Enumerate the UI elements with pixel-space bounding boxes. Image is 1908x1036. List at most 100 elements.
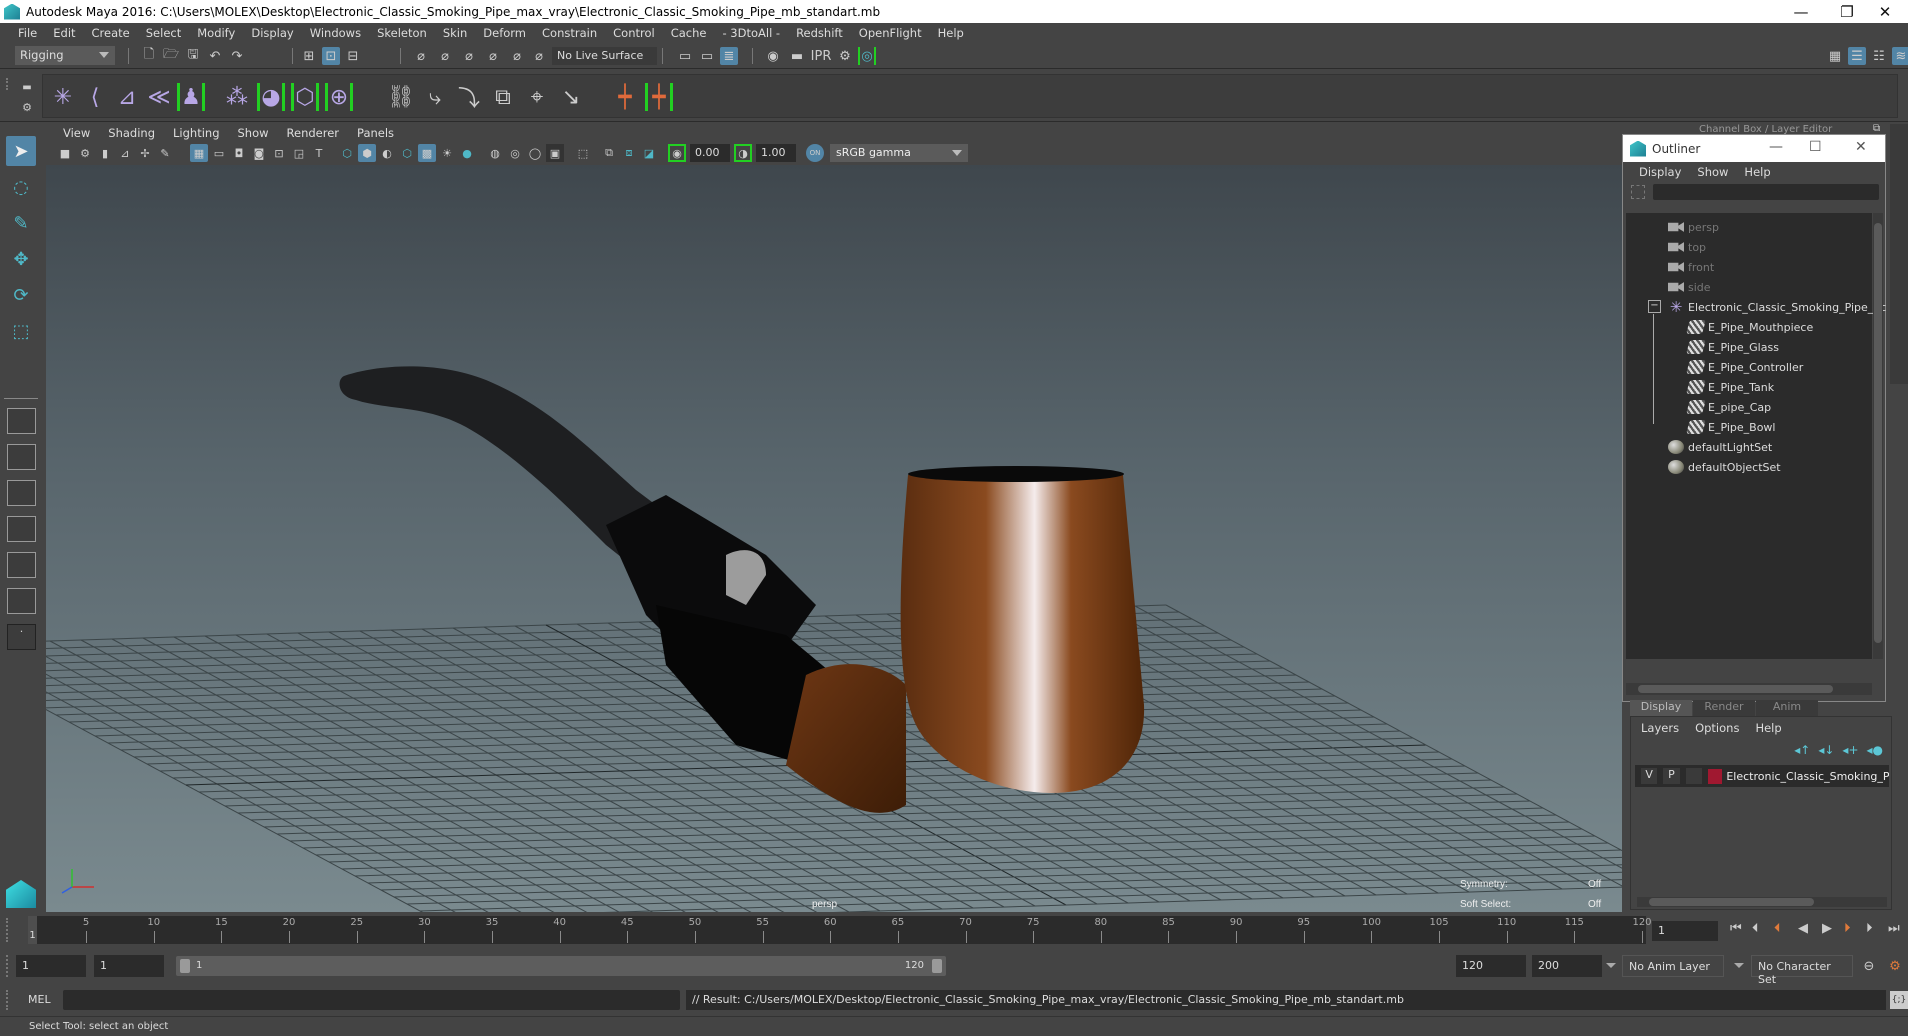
- pole-vector-icon[interactable]: ↘: [557, 83, 585, 111]
- tab-anim[interactable]: Anim: [1756, 700, 1818, 716]
- menu-display[interactable]: Display: [243, 26, 301, 40]
- rotate-tool-icon[interactable]: ⟳: [6, 280, 36, 310]
- scroll-thumb[interactable]: [1874, 223, 1882, 643]
- menu-skeleton[interactable]: Skeleton: [369, 26, 435, 40]
- animation-preferences-icon[interactable]: ⚙: [1886, 957, 1904, 975]
- field-chart-icon[interactable]: ⊡: [270, 144, 288, 162]
- range-end-handle[interactable]: [932, 959, 942, 973]
- xray-icon[interactable]: ⧉: [600, 144, 618, 162]
- menu-cache[interactable]: Cache: [663, 26, 715, 40]
- scroll-thumb[interactable]: [1638, 685, 1833, 693]
- redo-icon[interactable]: ↷: [228, 47, 246, 65]
- save-scene-icon[interactable]: 🖫: [184, 47, 202, 65]
- layer-display-type-toggle[interactable]: [1685, 768, 1702, 784]
- input-ops-icon[interactable]: ▭: [676, 47, 694, 65]
- safe-action-icon[interactable]: ◲: [290, 144, 308, 162]
- panel-menu-show[interactable]: Show: [229, 126, 278, 140]
- wireframe-icon[interactable]: ⬡: [338, 144, 356, 162]
- outliner-item[interactable]: defaultObjectSet: [1668, 457, 1781, 477]
- exposure-field[interactable]: 0.00: [690, 144, 730, 162]
- xray-active-components-icon[interactable]: ⧈: [620, 144, 638, 162]
- parent-constraint-icon[interactable]: ⛓: [387, 83, 415, 111]
- outliner-item[interactable]: persp: [1668, 217, 1719, 237]
- motion-blur-icon[interactable]: ◎: [506, 144, 524, 162]
- layer-name[interactable]: Electronic_Classic_Smoking_Pipe: [1726, 770, 1889, 783]
- step-forward-frame-icon[interactable]: ⏵: [1866, 921, 1873, 936]
- aim-constraint-icon[interactable]: ⌖: [523, 83, 551, 111]
- menu-windows[interactable]: Windows: [302, 26, 369, 40]
- layer-visibility-toggle[interactable]: V: [1641, 768, 1658, 784]
- shadows-icon[interactable]: ●: [458, 144, 476, 162]
- script-editor-icon[interactable]: {;}: [1890, 991, 1908, 1009]
- layer-color-swatch[interactable]: [1707, 768, 1723, 784]
- output-ops-icon[interactable]: ▭: [698, 47, 716, 65]
- menu-modify[interactable]: Modify: [189, 26, 243, 40]
- four-view-layout[interactable]: [7, 444, 36, 470]
- move-layer-up-icon[interactable]: ◂↑: [1794, 743, 1810, 757]
- outliner-menu-show[interactable]: Show: [1689, 165, 1736, 179]
- panel-menu-renderer[interactable]: Renderer: [278, 126, 349, 140]
- persp-hypershade-layout[interactable]: [7, 552, 36, 578]
- snap-to-point-icon[interactable]: ⌀: [460, 47, 478, 65]
- menu-control[interactable]: Control: [605, 26, 663, 40]
- paint-select-icon[interactable]: ✎: [6, 208, 36, 238]
- outliner-menu-display[interactable]: Display: [1631, 165, 1689, 179]
- go-to-end-icon[interactable]: ⏭: [1888, 921, 1900, 936]
- menu-set-dropdown[interactable]: Rigging: [15, 46, 115, 65]
- single-perspective-layout[interactable]: [7, 408, 36, 434]
- tool-settings-toggle-icon[interactable]: ☷: [1870, 47, 1888, 65]
- humanik-icon[interactable]: ♟: [177, 83, 205, 111]
- 3d-viewport[interactable]: Symmetry: Off Soft Select: Off persp: [46, 165, 1622, 912]
- ik-handle-icon[interactable]: ⟨: [81, 83, 109, 111]
- make-live-icon[interactable]: ⌀: [530, 47, 548, 65]
- current-frame-marker[interactable]: 1: [28, 916, 37, 944]
- menu-deform[interactable]: Deform: [475, 26, 534, 40]
- outliner-item[interactable]: front: [1668, 257, 1714, 277]
- outliner-title-bar[interactable]: Outliner — ☐ ✕: [1623, 135, 1885, 162]
- joint-tool-icon[interactable]: ✳: [49, 83, 77, 111]
- select-by-object-icon[interactable]: ⊡: [322, 47, 340, 65]
- outliner-item[interactable]: E_pipe_Cap: [1686, 397, 1771, 417]
- wireframe-on-shaded-icon[interactable]: ⬡: [398, 144, 416, 162]
- image-plane-icon[interactable]: ⊿: [116, 144, 134, 162]
- menu-create[interactable]: Create: [84, 26, 138, 40]
- custom-layout[interactable]: ·: [7, 624, 36, 650]
- outliner-item[interactable]: E_Pipe_Controller: [1686, 357, 1803, 377]
- menu-skin[interactable]: Skin: [435, 26, 475, 40]
- use-all-lights-icon[interactable]: ☀: [438, 144, 456, 162]
- tab-display[interactable]: Display: [1630, 700, 1692, 716]
- layer-editor-scrollbar[interactable]: [1637, 897, 1887, 907]
- grid-toggle-icon[interactable]: ▦: [190, 144, 208, 162]
- 2d-pan-zoom-icon[interactable]: ✢: [136, 144, 154, 162]
- safe-title-icon[interactable]: T: [310, 144, 328, 162]
- snap-to-curve-icon[interactable]: ⌀: [436, 47, 454, 65]
- outliner-item[interactable]: E_Pipe_Tank: [1686, 377, 1774, 397]
- outliner-minimize-button[interactable]: —: [1769, 139, 1783, 155]
- panel-menu-view[interactable]: View: [54, 126, 99, 140]
- outliner-search-input[interactable]: [1653, 184, 1879, 200]
- outliner-item[interactable]: side: [1668, 277, 1711, 297]
- resolution-gate-icon[interactable]: ◘: [230, 144, 248, 162]
- panel-menu-panels[interactable]: Panels: [348, 126, 403, 140]
- gate-mask-icon[interactable]: ◙: [250, 144, 268, 162]
- new-layer-selected-icon[interactable]: ◂●: [1867, 743, 1884, 757]
- move-tool-icon[interactable]: ✥: [6, 244, 36, 274]
- isolate-select-icon[interactable]: ⬚: [574, 144, 592, 162]
- snap-to-surface-icon[interactable]: ⌀: [508, 47, 526, 65]
- range-start-handle[interactable]: [180, 959, 190, 973]
- close-button[interactable]: ✕: [1862, 0, 1908, 23]
- undo-icon[interactable]: ↶: [206, 47, 224, 65]
- layer-menu-options[interactable]: Options: [1695, 721, 1747, 735]
- render-settings-icon[interactable]: ⚙: [836, 47, 854, 65]
- layer-row[interactable]: V P Electronic_Classic_Smoking_Pipe: [1635, 765, 1889, 787]
- menu-redshift[interactable]: Redshift: [788, 26, 851, 40]
- layer-menu-help[interactable]: Help: [1755, 721, 1789, 735]
- insert-joint-icon[interactable]: ≪: [145, 83, 173, 111]
- animation-start-field[interactable]: 1: [16, 955, 86, 977]
- persp-graph-hypershade-layout[interactable]: [7, 588, 36, 614]
- select-tool-icon[interactable]: ➤: [6, 136, 36, 166]
- new-layer-icon[interactable]: ◂+: [1842, 743, 1858, 757]
- character-set-dropdown[interactable]: No Character Set: [1751, 955, 1853, 986]
- select-by-hierarchy-icon[interactable]: ⊞: [300, 47, 318, 65]
- outliner-item[interactable]: defaultLightSet: [1668, 437, 1772, 457]
